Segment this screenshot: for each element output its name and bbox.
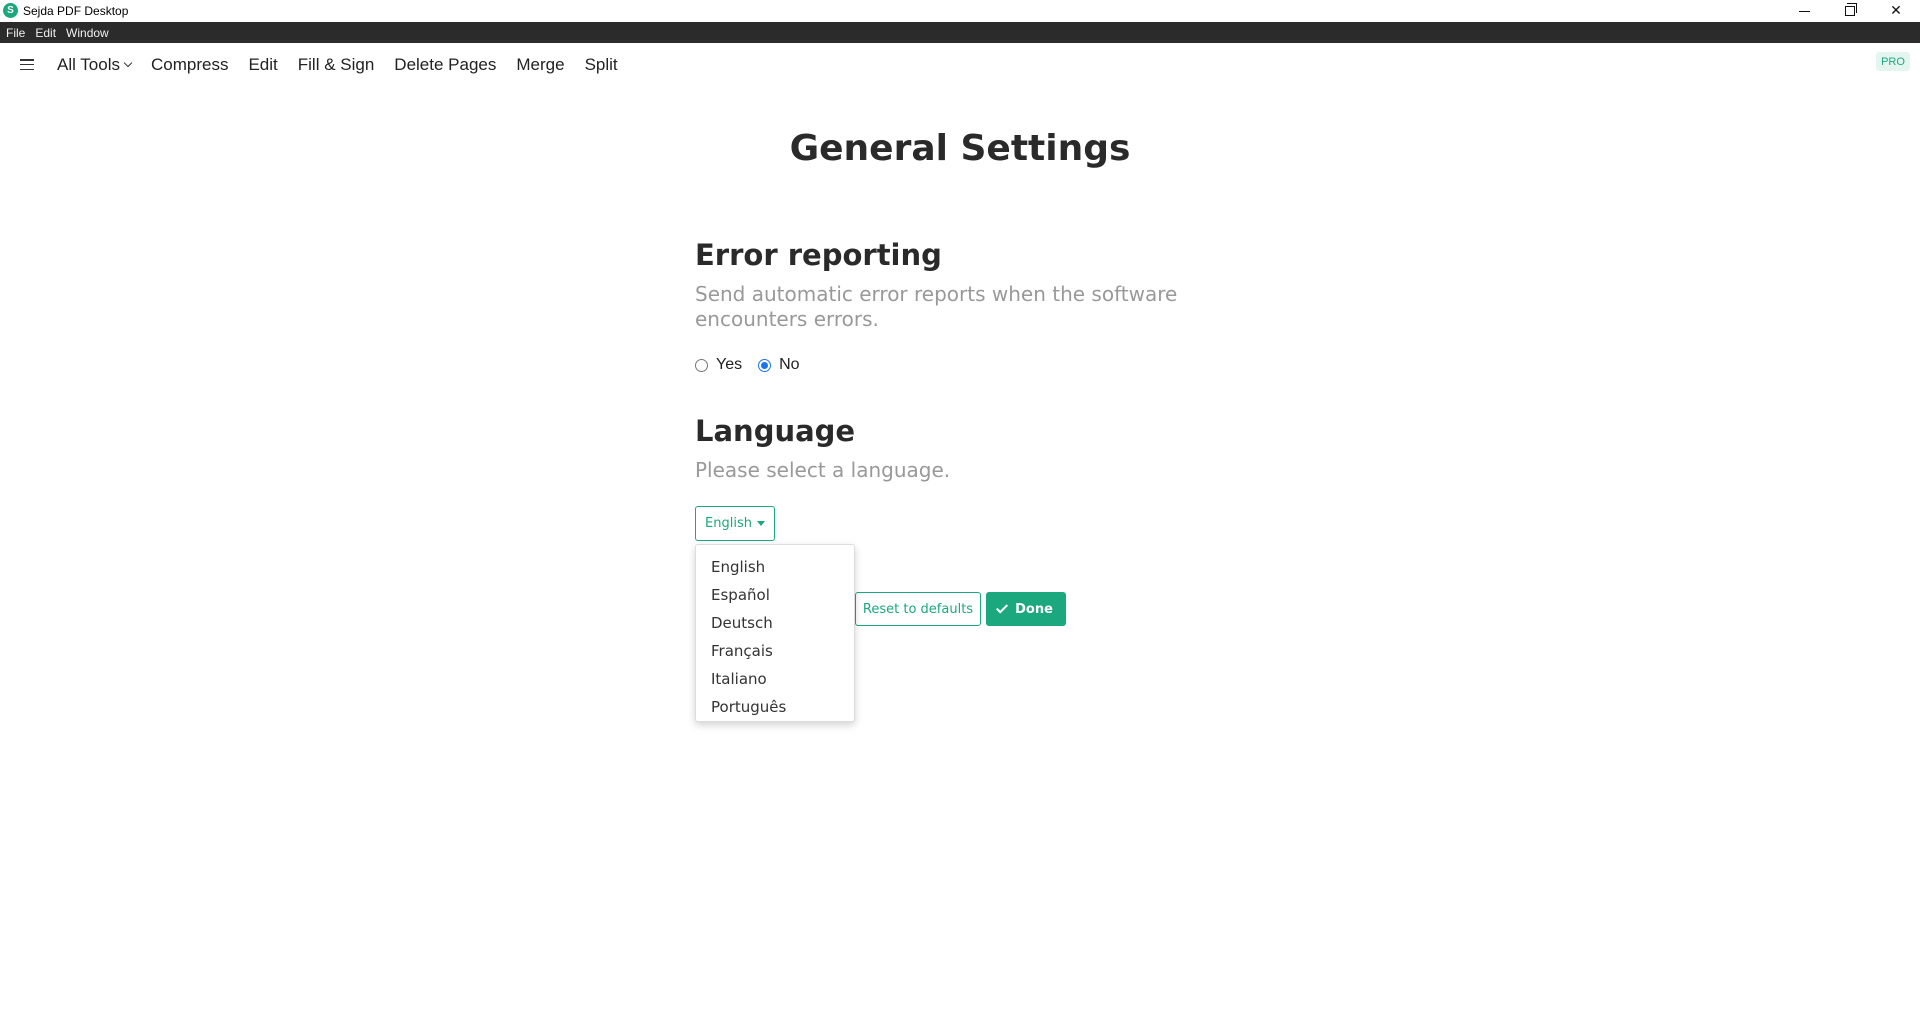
menu-edit[interactable]: Edit (35, 26, 56, 40)
language-option-deutsch[interactable]: Deutsch (696, 609, 854, 637)
radio-no[interactable] (758, 358, 772, 372)
done-button[interactable]: Done (986, 592, 1066, 626)
error-reporting-description: Send automatic error reports when the so… (695, 282, 1178, 331)
nav-delete-pages[interactable]: Delete Pages (394, 55, 496, 75)
done-label: Done (1015, 601, 1053, 617)
restore-icon (1845, 3, 1857, 16)
chevron-down-icon (123, 58, 133, 68)
reset-to-defaults-button[interactable]: Reset to defaults (855, 592, 981, 626)
close-button[interactable]: ✕ (1873, 0, 1919, 22)
language-dropdown: English Español Deutsch Français Italian… (695, 544, 855, 722)
nav-all-tools-label: All Tools (57, 55, 120, 74)
restore-button[interactable] (1827, 0, 1873, 22)
language-option-italiano[interactable]: Italiano (696, 665, 854, 693)
caret-down-icon (756, 521, 765, 526)
language-title: Language (695, 414, 856, 448)
top-nav: All Tools Compress Edit Fill & Sign Dele… (0, 43, 1920, 87)
language-option-francais[interactable]: Français (696, 637, 854, 665)
title-bar: S Sejda PDF Desktop ✕ (0, 0, 1920, 22)
close-icon: ✕ (1890, 3, 1902, 19)
page-title: General Settings (789, 128, 1131, 169)
nav-items: All Tools Compress Edit Fill & Sign Dele… (57, 55, 638, 75)
checkmark-icon (996, 600, 1009, 614)
language-option-espanol[interactable]: Español (696, 581, 854, 609)
radio-no-label[interactable]: No (779, 356, 799, 374)
language-select-button[interactable]: English (695, 506, 775, 541)
language-description: Please select a language. (695, 458, 951, 482)
nav-all-tools[interactable]: All Tools (57, 55, 133, 75)
hamburger-menu-icon[interactable] (20, 59, 34, 70)
language-selected-label: English (705, 516, 752, 531)
language-section: Language Please select a language. (695, 414, 1295, 483)
error-reporting-options: Yes No (695, 356, 816, 374)
pro-badge[interactable]: PRO (1876, 52, 1910, 71)
menu-file[interactable]: File (6, 26, 25, 40)
language-option-english[interactable]: English (696, 553, 854, 581)
radio-yes[interactable] (695, 358, 708, 372)
menu-bar: File Edit Window (0, 22, 1920, 43)
app-logo-icon: S (3, 3, 18, 18)
radio-yes-label[interactable]: Yes (716, 356, 742, 374)
window-title: Sejda PDF Desktop (23, 4, 129, 18)
minimize-icon (1798, 10, 1810, 12)
nav-merge[interactable]: Merge (516, 55, 564, 75)
minimize-button[interactable] (1781, 0, 1827, 22)
nav-compress[interactable]: Compress (151, 55, 228, 75)
nav-split[interactable]: Split (585, 55, 618, 75)
error-reporting-section: Error reporting Send automatic error rep… (695, 238, 1295, 332)
nav-fill-sign[interactable]: Fill & Sign (298, 55, 375, 75)
menu-window[interactable]: Window (66, 26, 109, 40)
nav-edit[interactable]: Edit (248, 55, 277, 75)
language-option-portugues[interactable]: Português (696, 693, 854, 721)
error-reporting-title: Error reporting (695, 238, 942, 272)
